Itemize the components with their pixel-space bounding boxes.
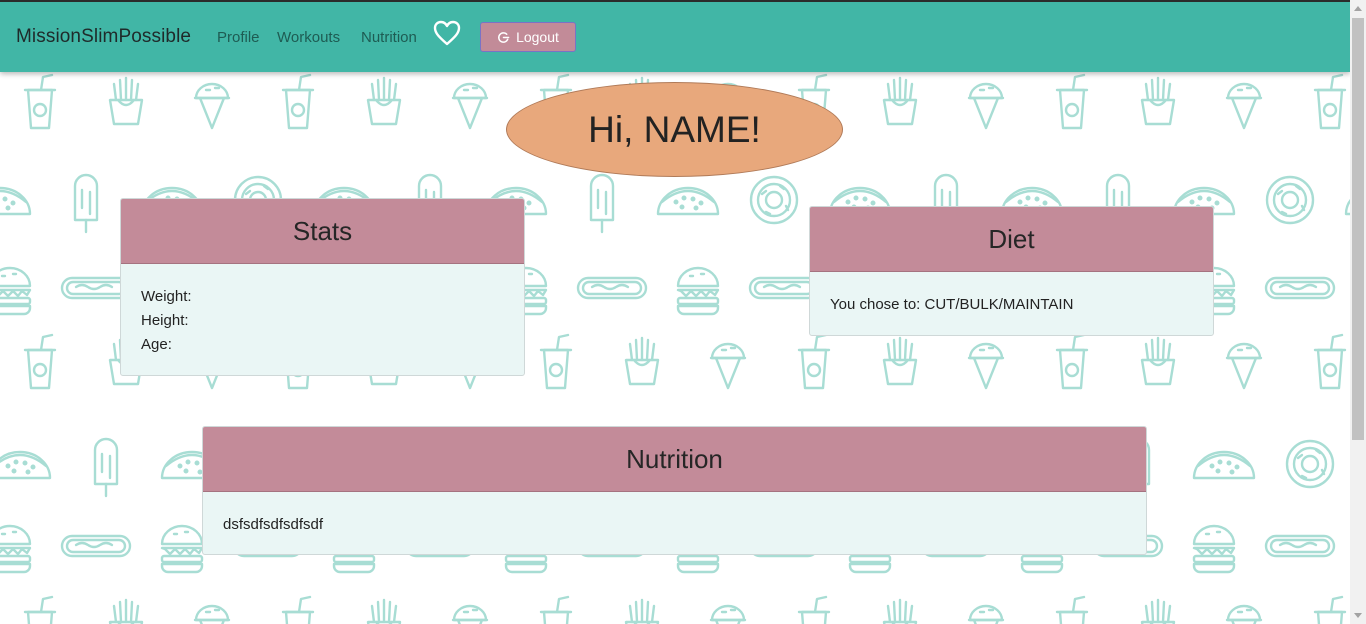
logout-icon [498, 31, 510, 43]
pattern-fries-icon [1140, 598, 1176, 624]
pattern-popsicle-icon [73, 173, 99, 234]
pattern-fries-icon [882, 598, 918, 624]
pattern-cone-icon [1225, 82, 1263, 130]
weight-label: Weight: [141, 288, 192, 305]
pattern-cup-icon [1055, 595, 1089, 624]
pattern-cone-icon [967, 342, 1005, 390]
pattern-burger-icon [0, 524, 32, 574]
pattern-cup-icon [539, 333, 573, 390]
pattern-fries-icon [882, 76, 918, 126]
pattern-burger-icon [1192, 524, 1236, 574]
pattern-fries-icon [882, 336, 918, 386]
pattern-cone-icon [193, 82, 231, 130]
nutrition-body-text: dsfsdfsdfsdfsdf [223, 516, 324, 533]
pattern-cup-icon [1313, 595, 1347, 624]
nav-link-nutrition[interactable]: Nutrition [361, 29, 417, 46]
pattern-fries-icon [108, 76, 144, 126]
scrollbar-thumb[interactable] [1352, 18, 1364, 440]
pattern-donut-icon [1285, 439, 1335, 489]
pattern-cone-icon [451, 82, 489, 130]
pattern-cup-icon [281, 73, 315, 130]
pattern-fries-icon [624, 336, 660, 386]
logout-button[interactable]: Logout [480, 22, 576, 52]
brand-logo-text[interactable]: MissionSlimPossible [16, 26, 191, 48]
pattern-cup-icon [23, 333, 57, 390]
pattern-fries-icon [366, 598, 402, 624]
greeting-bubble: Hi, NAME! [506, 82, 843, 177]
pattern-cup-icon [539, 595, 573, 624]
logout-label: Logout [516, 29, 559, 45]
stats-card: Stats Weight: Height: Age: [120, 198, 525, 376]
diet-card-body: You chose to: CUT/BULK/MAINTAIN [810, 272, 1213, 335]
pattern-taco-icon [1192, 450, 1256, 480]
diet-card: Diet You chose to: CUT/BULK/MAINTAIN [809, 206, 1214, 336]
window-top-edge [0, 0, 1366, 2]
height-label: Height: [141, 312, 189, 329]
pattern-cup-icon [1055, 73, 1089, 130]
pattern-burger-icon [0, 266, 32, 316]
diet-card-title: Diet [810, 207, 1213, 272]
pattern-fries-icon [366, 76, 402, 126]
pattern-fries-icon [108, 598, 144, 624]
pattern-taco-icon [656, 186, 720, 216]
pattern-donut-icon [749, 175, 799, 225]
pattern-fries-icon [1140, 336, 1176, 386]
pattern-cup-icon [23, 595, 57, 624]
pattern-taco-icon [0, 186, 32, 216]
nav-link-workouts[interactable]: Workouts [277, 29, 340, 46]
scroll-up-arrow-icon[interactable] [1354, 6, 1362, 11]
top-navbar: MissionSlimPossible Profile Workouts Nut… [0, 2, 1350, 72]
pattern-fries-icon [624, 598, 660, 624]
pattern-cone-icon [1225, 604, 1263, 624]
pattern-cup-icon [1055, 333, 1089, 390]
pattern-hotdog-icon [1264, 276, 1336, 300]
pattern-cup-icon [23, 73, 57, 130]
nav-link-profile[interactable]: Profile [217, 29, 260, 46]
diet-choice-text: You chose to: CUT/BULK/MAINTAIN [830, 296, 1074, 313]
stats-card-title: Stats [121, 199, 524, 264]
heart-icon[interactable] [433, 20, 461, 46]
pattern-cone-icon [967, 604, 1005, 624]
pattern-burger-icon [160, 524, 204, 574]
pattern-fries-icon [1140, 76, 1176, 126]
pattern-cone-icon [451, 604, 489, 624]
nutrition-card-title: Nutrition [203, 427, 1146, 492]
pattern-cone-icon [709, 342, 747, 390]
pattern-taco-icon [0, 450, 52, 480]
pattern-cup-icon [797, 595, 831, 624]
scroll-down-arrow-icon[interactable] [1354, 613, 1362, 618]
age-label: Age: [141, 336, 172, 353]
nutrition-card-body: dsfsdfsdfsdfsdf [203, 492, 1146, 554]
pattern-cone-icon [709, 604, 747, 624]
pattern-cone-icon [1225, 342, 1263, 390]
pattern-hotdog-icon [60, 534, 132, 558]
pattern-cone-icon [967, 82, 1005, 130]
nutrition-card: Nutrition dsfsdfsdfsdfsdf [202, 426, 1147, 555]
pattern-popsicle-icon [93, 437, 119, 498]
pattern-cup-icon [281, 595, 315, 624]
pattern-cone-icon [193, 604, 231, 624]
pattern-popsicle-icon [589, 173, 615, 234]
pattern-hotdog-icon [1264, 534, 1336, 558]
pattern-cup-icon [797, 333, 831, 390]
stats-card-body: Weight: Height: Age: [121, 264, 524, 375]
pattern-hotdog-icon [748, 276, 820, 300]
pattern-hotdog-icon [576, 276, 648, 300]
pattern-cup-icon [1313, 333, 1347, 390]
pattern-cup-icon [1313, 73, 1347, 130]
pattern-burger-icon [676, 266, 720, 316]
pattern-donut-icon [1265, 175, 1315, 225]
